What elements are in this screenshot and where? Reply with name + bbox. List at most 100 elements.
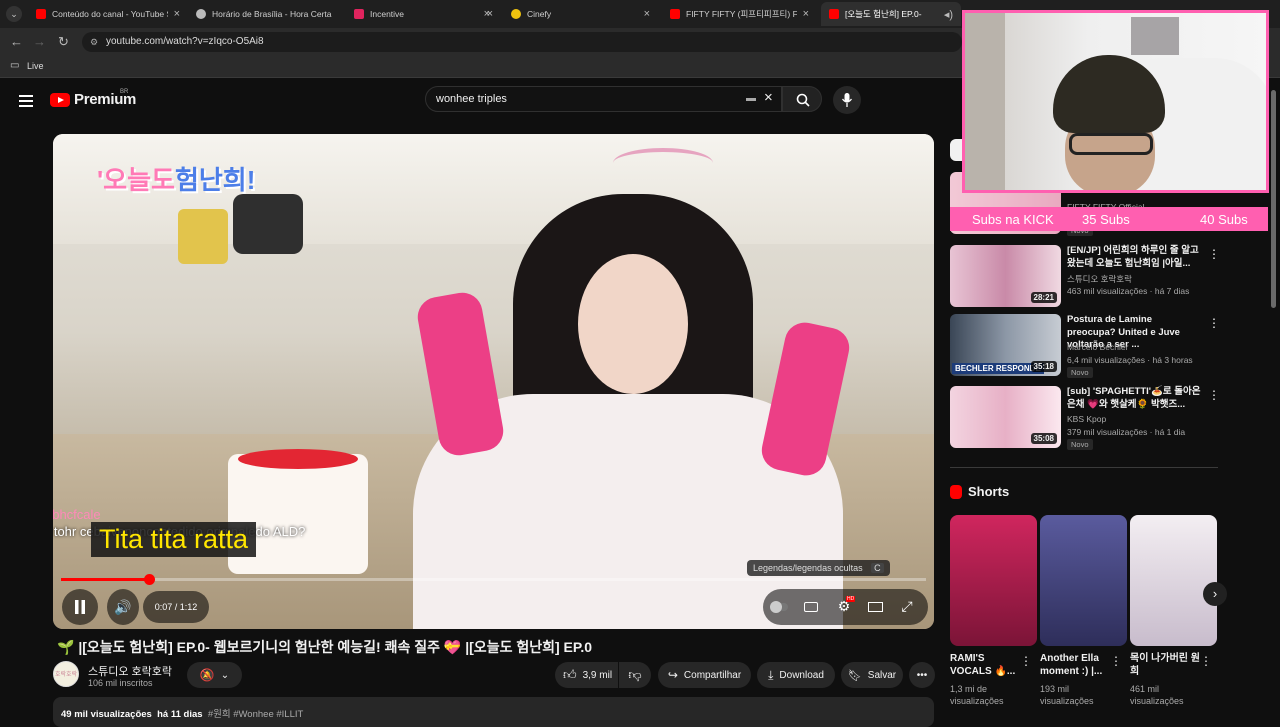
reload-icon[interactable]: ↻: [58, 34, 69, 50]
short-thumbnail[interactable]: [950, 515, 1037, 646]
search-input[interactable]: wonhee triples ▬ ×: [425, 86, 782, 112]
youtube-premium-logo[interactable]: Premium BR: [50, 89, 136, 108]
tiara: [613, 148, 713, 178]
theater-icon: [867, 602, 883, 612]
search-button[interactable]: [782, 86, 822, 112]
video-frame-detail: [578, 254, 688, 394]
chevron-down-icon: ⌄: [220, 669, 230, 681]
voice-search-button[interactable]: [833, 86, 861, 114]
short-title[interactable]: 목이 나가버린 원희: [1130, 652, 1205, 678]
download-button[interactable]: ⤓ Download: [757, 662, 835, 688]
clock-favicon-icon: [196, 9, 206, 19]
subscribed-notifications-button[interactable]: 🔕 ⌄: [187, 662, 242, 688]
subscriber-count: 106 mil inscritos: [88, 678, 153, 688]
recommendation-title: [sub] 'SPAGHETTI'🍝로 돌아온 은채 💗와 햇살케🌻 박햇즈..…: [1067, 386, 1201, 410]
video-thumbnail: 28:21: [950, 245, 1061, 307]
speaker-icon[interactable]: ◂): [944, 8, 953, 21]
youtube-favicon-icon: [36, 9, 46, 19]
recommendation-item[interactable]: BECHLER RESPONDE 35:18 Postura de Lamine…: [950, 314, 1220, 378]
bookmark-icon: 🔖︎: [847, 669, 862, 682]
recommendation-item[interactable]: 35:08 [sub] 'SPAGHETTI'🍝로 돌아온 은채 💗와 햇살케🌻…: [950, 386, 1220, 450]
video-player[interactable]: '오늘도험난희! ftbhcfcale o tohr cebaivenoncon…: [53, 134, 934, 629]
more-vertical-icon[interactable]: ⋮: [1110, 654, 1122, 668]
shorts-logo-icon: [950, 484, 962, 499]
caption-line-main: Tita tita ratta: [91, 522, 257, 557]
channel-avatar[interactable]: 호락호락: [53, 661, 79, 687]
address-bar[interactable]: ⚙ youtube.com/watch?v=zIqco-O5Ai8: [82, 32, 962, 52]
scrubber-handle[interactable]: [144, 574, 155, 585]
download-icon: ⤓: [768, 667, 774, 682]
close-icon[interactable]: ×: [803, 8, 809, 20]
more-vertical-icon[interactable]: ⋮: [1208, 388, 1220, 402]
tab-fifty-fifty[interactable]: FIFTY FIFTY (피프티피프티) FIFT ×: [662, 2, 817, 26]
more-vertical-icon[interactable]: ⋮: [1208, 247, 1220, 261]
short-meta: 461 mil visualizações: [1130, 684, 1184, 706]
webcam-overlay: [962, 10, 1269, 193]
short-title[interactable]: RAMI'S VOCALS 🔥...: [950, 652, 1025, 678]
more-vertical-icon[interactable]: ⋮: [1020, 654, 1032, 668]
video-frame-detail: [233, 194, 303, 254]
subtitles-button[interactable]: [801, 597, 821, 617]
recommendation-meta: 6,4 mil visualizações · há 3 horas: [1067, 355, 1193, 365]
short-thumbnail[interactable]: [1040, 515, 1127, 646]
keyboard-icon[interactable]: ▬: [746, 87, 756, 111]
tab-search-icon[interactable]: ⌄: [6, 6, 22, 22]
more-vertical-icon[interactable]: ⋮: [1208, 316, 1220, 330]
clear-search-icon[interactable]: ×: [764, 86, 773, 110]
more-vertical-icon[interactable]: ⋮: [1200, 654, 1212, 668]
scrollbar[interactable]: [1271, 90, 1276, 308]
pause-button[interactable]: [62, 589, 98, 625]
incentive-favicon-icon: [354, 9, 364, 19]
short-title[interactable]: Another Ella moment :) |...: [1040, 652, 1115, 678]
theater-mode-button[interactable]: [865, 597, 885, 617]
site-info-icon[interactable]: ⚙: [90, 32, 98, 52]
share-icon: ↪: [667, 668, 678, 682]
youtube-favicon-icon: [670, 9, 680, 19]
bookmark-live[interactable]: Live: [27, 61, 44, 71]
shorts-next-button[interactable]: ›: [1203, 582, 1227, 606]
progress-played: [61, 578, 150, 581]
webcam-shelf: [965, 13, 1005, 190]
recommendation-title: [EN/JP] 어린희의 하루인 줄 알고 왔는데 오늘도 험난희임 |아일..…: [1067, 245, 1199, 269]
close-icon[interactable]: ×: [487, 8, 493, 20]
close-icon[interactable]: ×: [174, 8, 180, 20]
autoplay-toggle[interactable]: [769, 597, 789, 617]
tab-current-video[interactable]: [오늘도 험난희] EP.0- ◂): [821, 2, 961, 26]
recommendation-item[interactable]: 28:21 [EN/JP] 어린희의 하루인 줄 알고 왔는데 오늘도 험난희임…: [950, 245, 1220, 309]
short-meta: 1,3 mi de visualizações: [950, 684, 1004, 706]
tab-incentive[interactable]: Incentive ×: [346, 2, 501, 26]
forward-icon[interactable]: →: [33, 34, 46, 49]
settings-button[interactable]: ⚙ HD: [834, 596, 856, 616]
webcam-glasses: [1069, 133, 1153, 155]
folder-icon: ▭: [10, 60, 20, 71]
volume-button[interactable]: 🔊: [107, 589, 139, 625]
channel-name[interactable]: 스튜디오 호락호락: [88, 663, 172, 679]
subtitles-icon: [804, 602, 818, 612]
dislike-button[interactable]: 👎︎: [619, 662, 651, 688]
caption-line-secondary: ftbhcfcale: [53, 507, 101, 522]
video-thumbnail: BECHLER RESPONDE 35:18: [950, 314, 1061, 376]
webcam-poster: [1131, 17, 1179, 55]
progress-bar[interactable]: [61, 574, 926, 585]
more-actions-button[interactable]: •••: [909, 662, 935, 688]
menu-icon[interactable]: [19, 92, 33, 110]
description-box[interactable]: 49 mil visualizações há 11 dias #원희 #Won…: [53, 697, 934, 727]
video-frame-detail: [178, 209, 228, 264]
share-button[interactable]: ↪ Compartilhar: [658, 662, 751, 688]
fullscreen-icon: ⤢: [901, 597, 913, 614]
chevron-right-icon: ›: [1212, 586, 1218, 601]
short-thumbnail[interactable]: [1130, 515, 1217, 646]
search-icon: [796, 93, 810, 107]
cinefy-favicon-icon: [511, 9, 521, 19]
like-button[interactable]: 👍︎ 3,9 mil: [555, 662, 618, 688]
tab-channel-content[interactable]: Conteúdo do canal - YouTube S ×: [28, 2, 188, 26]
bell-off-icon: 🔕: [199, 668, 215, 682]
time-display: 0:07 / 1:12: [143, 591, 209, 623]
save-button[interactable]: 🔖︎ Salvar: [841, 662, 903, 688]
back-icon[interactable]: ←: [10, 34, 23, 49]
tab-cinefy[interactable]: Cinefy ×: [503, 2, 658, 26]
fullscreen-button[interactable]: ⤢: [897, 596, 917, 616]
recommendation-channel: KBS Kpop: [1067, 414, 1107, 424]
recommendation-meta: 379 mil visualizações · há 1 dia: [1067, 427, 1186, 437]
close-icon[interactable]: ×: [644, 8, 650, 20]
